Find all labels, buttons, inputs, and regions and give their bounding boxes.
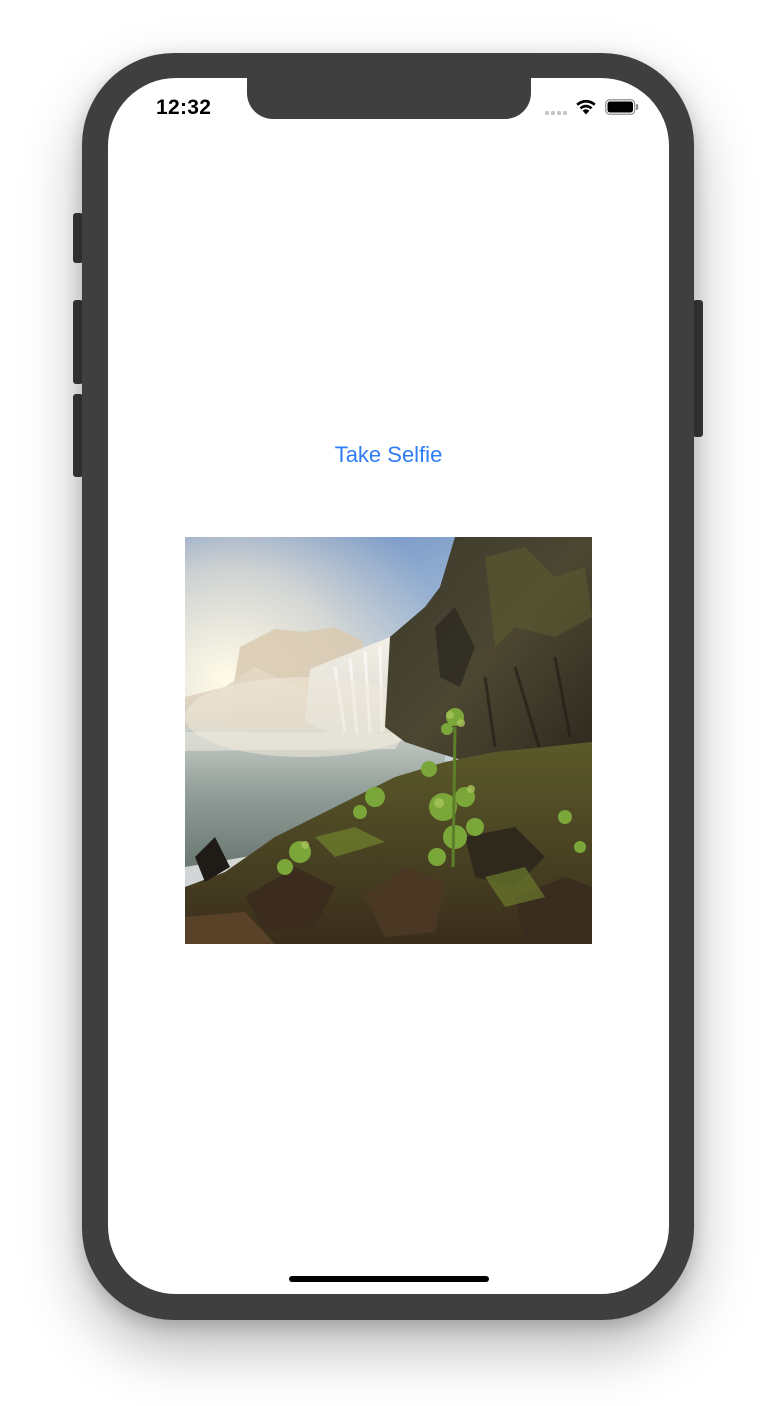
wifi-icon bbox=[575, 98, 597, 120]
power-button bbox=[693, 300, 703, 437]
home-indicator[interactable] bbox=[289, 1276, 489, 1282]
notch bbox=[247, 78, 531, 119]
take-selfie-button[interactable]: Take Selfie bbox=[108, 442, 669, 468]
device-screen: 12:32 Take Selfie bbox=[108, 78, 669, 1294]
status-icons bbox=[545, 98, 639, 120]
waterfall-photo bbox=[185, 537, 592, 944]
status-time: 12:32 bbox=[156, 96, 212, 119]
battery-icon bbox=[605, 98, 639, 120]
cellular-signal-icon bbox=[545, 103, 567, 115]
simulator-stage: 12:32 Take Selfie bbox=[0, 0, 776, 1406]
